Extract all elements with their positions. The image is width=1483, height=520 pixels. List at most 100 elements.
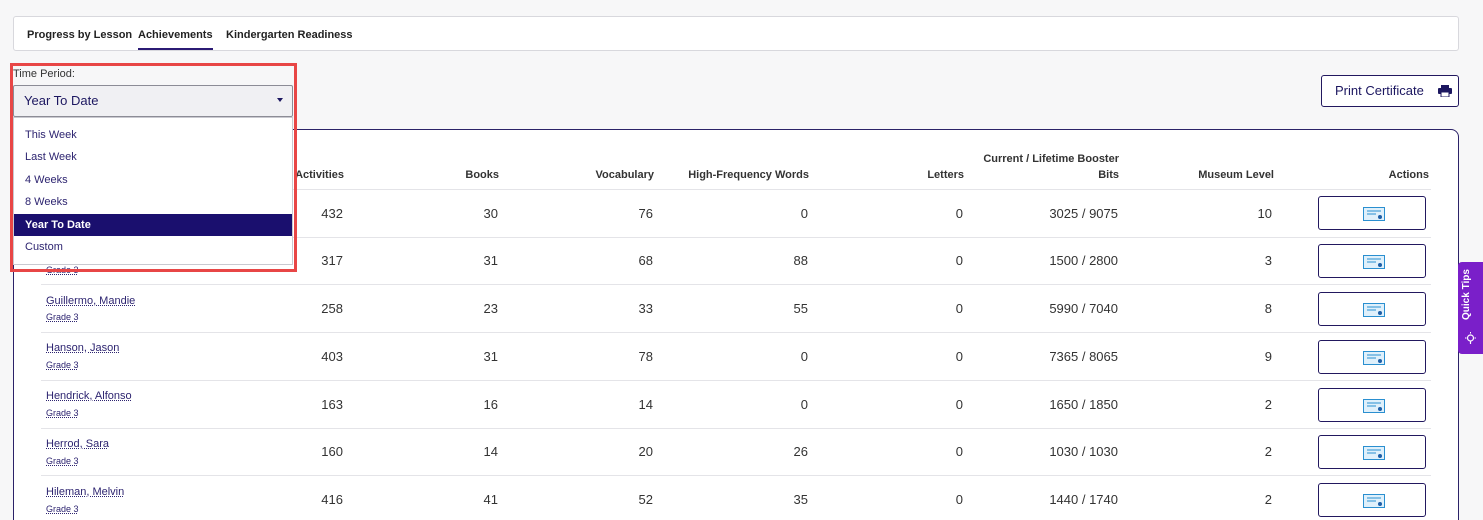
quick-tips-label: Quick Tips	[1461, 269, 1472, 320]
row-divider	[41, 332, 1431, 333]
cell-museum-level: 3	[1264, 253, 1272, 268]
col-header-vocabulary: Vocabulary	[595, 169, 655, 181]
col-header-actions: Actions	[1388, 169, 1429, 181]
student-grade[interactable]: Grade 3	[46, 456, 79, 466]
cell-books: 16	[483, 397, 498, 412]
cell-activities: 163	[321, 397, 343, 412]
cell-hfw: 26	[793, 444, 808, 459]
row-divider	[41, 475, 1431, 476]
student-name-link[interactable]: Herrod, Sara	[46, 438, 109, 450]
cell-booster-bits: 3025 / 9075	[1049, 206, 1118, 221]
col-header-letters: Letters	[927, 169, 964, 181]
cell-museum-level: 2	[1264, 444, 1272, 459]
cell-vocabulary: 76	[638, 206, 653, 221]
printer-icon	[1438, 85, 1452, 97]
cell-museum-level: 2	[1264, 397, 1272, 412]
col-header-museum-level: Museum Level	[1198, 169, 1274, 181]
tab-progress-by-lesson[interactable]: Progress by Lesson	[27, 17, 132, 50]
cell-booster-bits: 1500 / 2800	[1049, 253, 1118, 268]
cell-vocabulary: 20	[638, 444, 653, 459]
view-certificate-button[interactable]	[1318, 340, 1426, 374]
col-header-books: Books	[465, 169, 499, 181]
cell-activities: 416	[321, 492, 343, 507]
time-period-selected-value: Year To Date	[24, 93, 99, 108]
cell-hfw: 55	[793, 301, 808, 316]
cell-letters: 0	[955, 349, 963, 364]
cell-books: 14	[483, 444, 498, 459]
cell-booster-bits: 1440 / 1740	[1049, 492, 1118, 507]
view-certificate-button[interactable]	[1318, 196, 1426, 230]
certificate-icon	[1363, 399, 1385, 413]
student-grade[interactable]: Grade 3	[46, 265, 79, 275]
cell-booster-bits: 1030 / 1030	[1049, 444, 1118, 459]
print-certificate-button[interactable]: Print Certificate	[1321, 75, 1459, 107]
certificate-icon	[1363, 255, 1385, 269]
student-grade[interactable]: Grade 3	[46, 504, 79, 514]
time-period-dropdown: This Week Last Week 4 Weeks 8 Weeks Year…	[13, 117, 293, 265]
cell-books: 41	[483, 492, 498, 507]
certificate-icon	[1363, 303, 1385, 317]
view-certificate-button[interactable]	[1318, 388, 1426, 422]
option-last-week[interactable]: Last Week	[14, 146, 292, 168]
cell-hfw: 35	[793, 492, 808, 507]
student-name-link[interactable]: Hileman, Melvin	[46, 486, 124, 498]
cell-museum-level: 2	[1264, 492, 1272, 507]
student-grade[interactable]: Grade 3	[46, 312, 79, 322]
col-header-high-frequency-words: High-Frequency Words	[688, 169, 809, 181]
view-certificate-button[interactable]	[1318, 435, 1426, 469]
certificate-icon	[1363, 207, 1385, 221]
view-certificate-button[interactable]	[1318, 244, 1426, 278]
student-name-link[interactable]: Guillermo, Mandie	[46, 295, 135, 307]
cell-activities: 403	[321, 349, 343, 364]
certificate-icon	[1363, 351, 1385, 365]
time-period-label: Time Period:	[13, 68, 75, 80]
option-this-week[interactable]: This Week	[14, 124, 292, 146]
student-name-link[interactable]: Hanson, Jason	[46, 342, 119, 354]
cell-vocabulary: 78	[638, 349, 653, 364]
student-grade[interactable]: Grade 3	[46, 408, 79, 418]
cell-books: 31	[483, 349, 498, 364]
cell-museum-level: 10	[1257, 206, 1272, 221]
student-grade[interactable]: Grade 3	[46, 360, 79, 370]
tab-achievements[interactable]: Achievements	[138, 17, 213, 50]
cell-vocabulary: 33	[638, 301, 653, 316]
col-header-booster-line1: Current / Lifetime Booster	[983, 153, 1119, 165]
quick-tips-tab[interactable]: Quick Tips	[1458, 262, 1483, 354]
cell-letters: 0	[955, 206, 963, 221]
cell-vocabulary: 14	[638, 397, 653, 412]
cell-letters: 0	[955, 444, 963, 459]
row-divider	[41, 380, 1431, 381]
row-divider	[41, 428, 1431, 429]
cell-hfw: 0	[800, 349, 808, 364]
cell-books: 30	[483, 206, 498, 221]
cell-letters: 0	[955, 253, 963, 268]
certificate-icon	[1363, 494, 1385, 508]
option-8-weeks[interactable]: 8 Weeks	[14, 191, 292, 213]
cell-museum-level: 8	[1264, 301, 1272, 316]
cell-vocabulary: 68	[638, 253, 653, 268]
cell-letters: 0	[955, 301, 963, 316]
option-year-to-date[interactable]: Year To Date	[14, 214, 292, 236]
report-tabs: Progress by Lesson Achievements Kinderga…	[13, 16, 1459, 51]
cell-activities: 160	[321, 444, 343, 459]
view-certificate-button[interactable]	[1318, 483, 1426, 517]
print-certificate-label: Print Certificate	[1335, 83, 1424, 98]
row-divider	[41, 284, 1431, 285]
cell-books: 23	[483, 301, 498, 316]
view-certificate-button[interactable]	[1318, 292, 1426, 326]
cell-hfw: 88	[793, 253, 808, 268]
cell-activities: 258	[321, 301, 343, 316]
cell-museum-level: 9	[1264, 349, 1272, 364]
col-header-booster-line2: Bits	[1098, 169, 1119, 181]
cell-letters: 0	[955, 397, 963, 412]
student-name-link[interactable]: Hendrick, Alfonso	[46, 390, 132, 402]
cell-vocabulary: 52	[638, 492, 653, 507]
option-custom[interactable]: Custom	[14, 236, 292, 258]
option-4-weeks[interactable]: 4 Weeks	[14, 169, 292, 191]
cell-booster-bits: 7365 / 8065	[1049, 349, 1118, 364]
certificate-icon	[1363, 446, 1385, 460]
tab-kindergarten-readiness[interactable]: Kindergarten Readiness	[226, 17, 353, 50]
lightbulb-icon	[1465, 332, 1476, 344]
time-period-select[interactable]: Year To Date	[13, 85, 293, 117]
cell-hfw: 0	[800, 397, 808, 412]
